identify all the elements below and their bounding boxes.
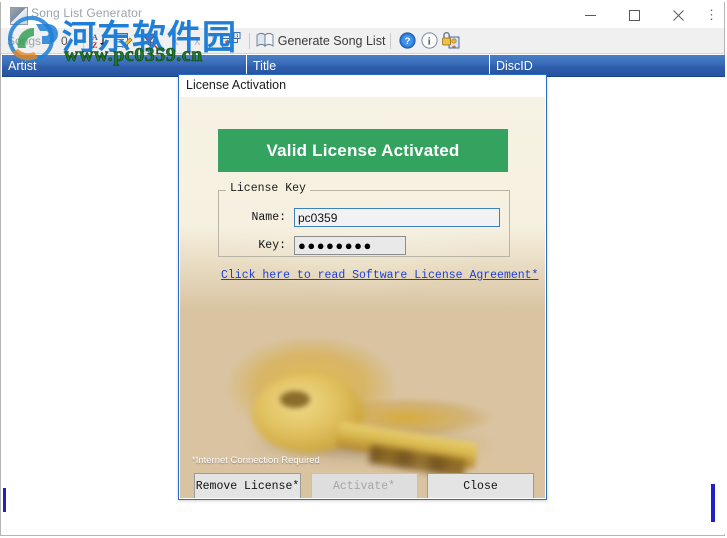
close-dialog-button[interactable]: Close xyxy=(427,473,534,498)
name-field-row: Name: xyxy=(218,208,510,227)
info-icon: i xyxy=(421,32,438,49)
software-license-agreement-link[interactable]: Click here to read Software License Agre… xyxy=(221,269,538,282)
remove-all-button[interactable]: x xyxy=(185,31,207,51)
toolbar-separator-4 xyxy=(390,32,392,49)
license-lock-icon xyxy=(442,32,460,49)
maximize-icon xyxy=(628,9,640,21)
svg-text:Z: Z xyxy=(92,41,97,49)
close-button[interactable] xyxy=(656,2,700,28)
column-header-title[interactable]: Title xyxy=(247,55,490,76)
remove-x-icon: x xyxy=(194,33,201,48)
column-header-discid[interactable]: DiscID xyxy=(490,55,725,76)
column-header-artist[interactable]: Artist xyxy=(2,55,247,76)
sort-az-button[interactable]: A Z xyxy=(89,31,111,51)
license-key-legend: License Key xyxy=(226,182,310,195)
sort-az-icon: A Z xyxy=(92,33,106,49)
license-activation-dialog: License Activation Valid License Activat… xyxy=(178,74,547,500)
license-status-banner: Valid License Activated xyxy=(218,129,508,172)
edit-button[interactable] xyxy=(111,31,137,51)
more-options-icon[interactable]: ⋮ xyxy=(705,8,718,22)
dice-numbering-icon: 1 2 3 xyxy=(221,32,241,48)
name-input[interactable] xyxy=(294,208,500,227)
window-titlebar: Song List Generator ⋮ xyxy=(1,2,724,28)
dialog-button-row: Remove License* Activate* Close xyxy=(194,473,534,498)
svg-text:i: i xyxy=(428,36,431,47)
key-field-row: Key: xyxy=(218,236,510,255)
license-status-text: Valid License Activated xyxy=(266,140,460,160)
clear-filter-button[interactable] xyxy=(137,31,163,51)
key-photo-hole xyxy=(280,391,310,408)
toolbar-separator xyxy=(82,32,84,49)
list-left-indicator xyxy=(3,488,6,512)
window-title: Song List Generator xyxy=(31,6,143,20)
generate-song-list-button[interactable]: Generate Song List xyxy=(255,32,386,49)
filter-clear-icon xyxy=(140,33,158,49)
songs-label: Songs xyxy=(7,33,42,48)
svg-text:?: ? xyxy=(405,36,411,47)
main-toolbar: Songs 0 A Z x x 1 2 3 Generate Song List… xyxy=(1,28,724,54)
songs-count: 0 xyxy=(61,33,68,48)
info-button[interactable]: i xyxy=(418,31,440,51)
help-icon: ? xyxy=(399,32,416,49)
screenshot-root: Song List Generator ⋮ Songs 0 A Z x x 1 … xyxy=(0,0,727,538)
remove-license-button[interactable]: Remove License* xyxy=(194,473,301,498)
activate-button: Activate* xyxy=(310,473,418,498)
toolbar-separator-2 xyxy=(211,32,213,49)
license-button[interactable] xyxy=(440,31,462,51)
close-icon xyxy=(672,9,684,21)
svg-text:3: 3 xyxy=(235,34,238,40)
dialog-titlebar: License Activation xyxy=(179,75,546,97)
maximize-button[interactable] xyxy=(612,2,656,28)
key-input[interactable] xyxy=(294,236,406,255)
app-icon xyxy=(10,7,28,25)
vertical-scrollbar-thumb[interactable] xyxy=(711,484,715,522)
delete-selected-button[interactable]: x xyxy=(163,31,185,51)
help-button[interactable]: ? xyxy=(396,31,418,51)
window-controls xyxy=(568,2,700,28)
edit-icon xyxy=(114,33,133,49)
key-label: Key: xyxy=(258,239,286,252)
generate-song-list-label: Generate Song List xyxy=(277,33,386,48)
name-label: Name: xyxy=(251,211,286,224)
toolbar-separator-3 xyxy=(248,32,250,49)
book-icon xyxy=(256,33,274,48)
auto-number-button[interactable]: 1 2 3 xyxy=(218,31,244,51)
delete-x-icon: x xyxy=(172,33,179,48)
internet-required-note: *Internet Connection Required xyxy=(192,455,320,466)
dialog-body: Valid License Activated License Key Name… xyxy=(180,97,545,498)
dialog-title: License Activation xyxy=(186,78,287,92)
minimize-icon xyxy=(584,14,596,16)
minimize-button[interactable] xyxy=(568,2,612,28)
svg-text:1: 1 xyxy=(224,39,228,48)
